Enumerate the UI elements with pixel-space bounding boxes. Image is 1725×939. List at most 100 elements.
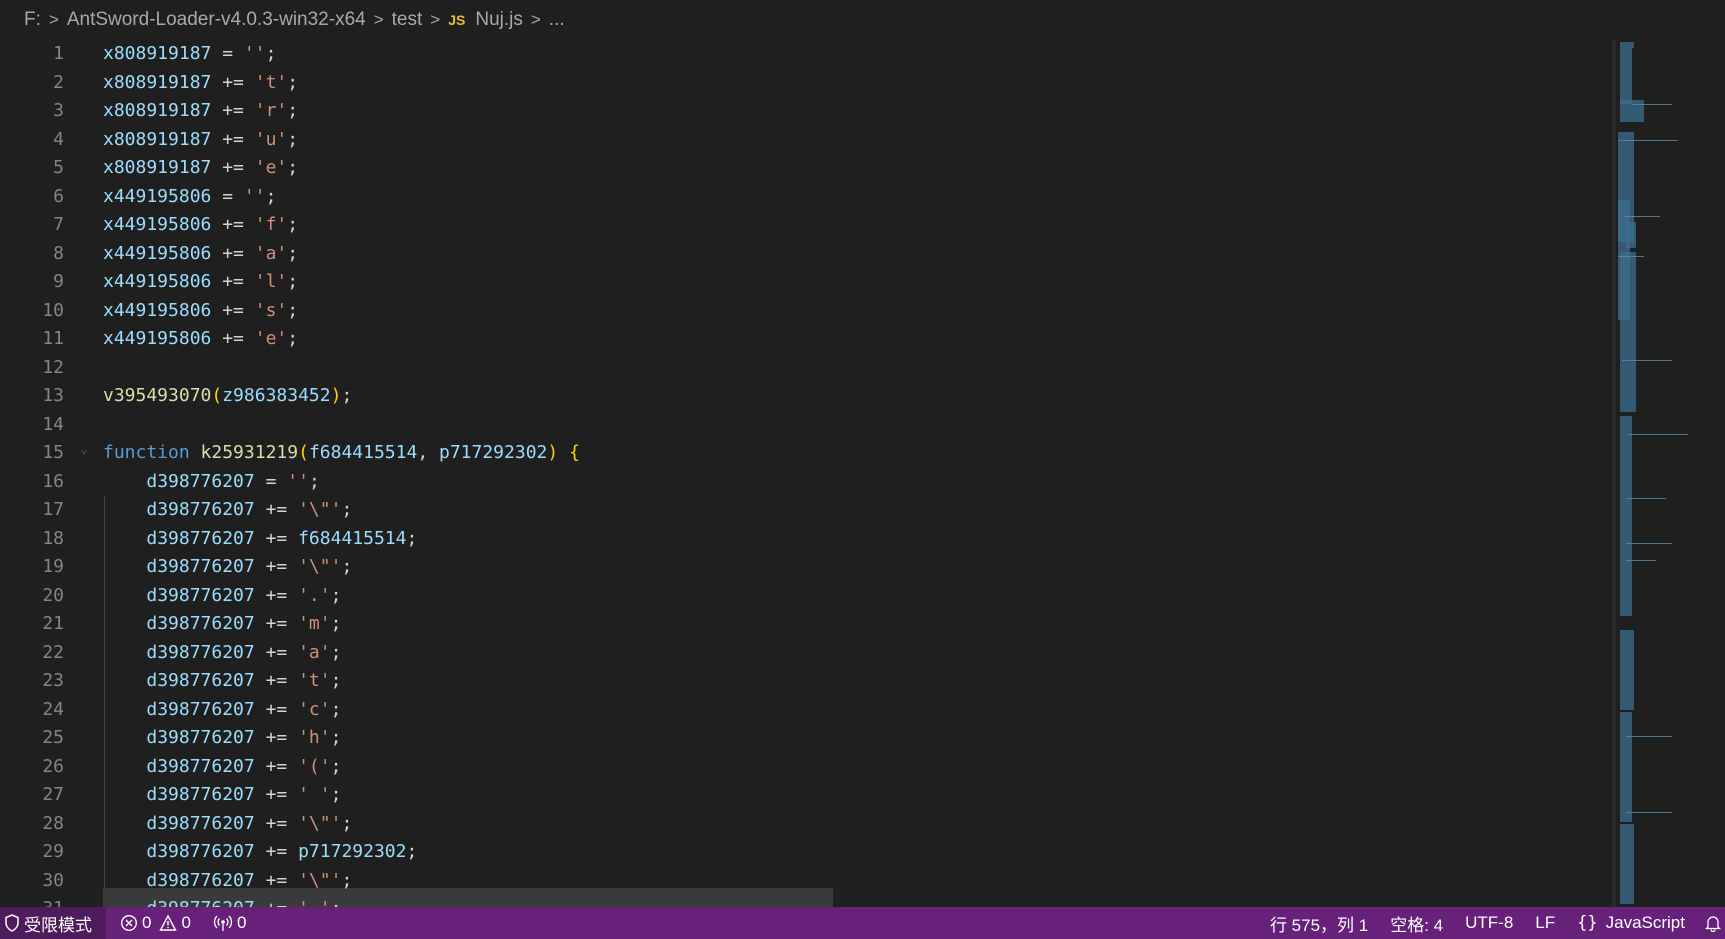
line-number: 11 xyxy=(42,328,64,349)
code-line[interactable]: d398776207 += ','; xyxy=(103,895,1603,907)
language-label: JavaScript xyxy=(1605,913,1685,932)
restricted-mode-label: 受限模式 xyxy=(24,915,92,935)
minimap-block xyxy=(1620,630,1634,710)
line-number: 22 xyxy=(42,641,64,663)
breadcrumb-file[interactable]: Nuj.js xyxy=(475,9,523,31)
minimap-block xyxy=(1620,712,1632,822)
js-file-icon: JS xyxy=(448,12,466,28)
line-number: 6 xyxy=(53,185,64,207)
code-line[interactable]: x449195806 += 'e'; xyxy=(103,325,1603,354)
code-line[interactable]: d398776207 += 'm'; xyxy=(103,610,1603,639)
line-number: 12 xyxy=(42,356,64,378)
minimap-line xyxy=(1618,256,1644,257)
line-number: 9 xyxy=(53,271,64,292)
restricted-mode-indicator[interactable]: 受限模式 xyxy=(0,907,106,939)
line-number: 4 xyxy=(53,128,64,150)
line-number: 7 xyxy=(53,214,64,235)
line-number: 31 xyxy=(0,895,72,907)
code-line[interactable]: d398776207 += f684415514; xyxy=(103,525,1603,554)
minimap-line xyxy=(1626,736,1672,737)
minimap-line xyxy=(1626,560,1656,561)
minimap-line xyxy=(1626,498,1666,499)
code-line[interactable]: x808919187 = ''; xyxy=(103,40,1603,69)
breadcrumb-drive[interactable]: F: xyxy=(24,9,41,31)
code-line[interactable]: x449195806 = ''; xyxy=(103,183,1603,212)
encoding-setting[interactable]: UTF-8 xyxy=(1465,913,1513,933)
code-line[interactable]: x449195806 += 'l'; xyxy=(103,268,1603,297)
minimap-block xyxy=(1620,48,1632,104)
line-number: 10 xyxy=(42,299,64,321)
language-mode[interactable]: {} JavaScript xyxy=(1577,913,1685,933)
code-line[interactable]: d398776207 += '\"'; xyxy=(103,553,1603,582)
code-line[interactable]: d398776207 += 'c'; xyxy=(103,696,1603,725)
code-area[interactable]: x808919187 = ''; x808919187 += 't'; x80891… xyxy=(103,40,1603,907)
code-line[interactable]: d398776207 += ' '; xyxy=(103,781,1603,810)
code-line[interactable]: d398776207 += p717292302; xyxy=(103,838,1603,867)
code-line[interactable]: x449195806 += 'a'; xyxy=(103,240,1603,269)
braces-icon: {} xyxy=(1577,913,1598,933)
line-number-gutter: 1 2 3 4 5 6 7 8 9 10 11 12 13 14 15 16 17 18 19 20 21 22 23 24 2… xyxy=(0,40,72,907)
minimap-line xyxy=(1624,216,1660,217)
breadcrumb-folder[interactable]: AntSword-Loader-v4.0.3-win32-x64 xyxy=(67,9,366,31)
line-number: 21 xyxy=(42,613,64,634)
line-number: 19 xyxy=(42,556,64,577)
code-line[interactable]: d398776207 += '('; xyxy=(103,753,1603,782)
minimap-block xyxy=(1620,252,1636,412)
code-line[interactable]: d398776207 += 'a'; xyxy=(103,639,1603,668)
line-number: 27 xyxy=(42,784,64,805)
minimap-line xyxy=(1632,104,1672,105)
minimap-line xyxy=(1628,434,1688,435)
minimap-block xyxy=(1626,222,1636,248)
code-line[interactable]: function k25931219(f684415514, p71729230… xyxy=(103,439,1603,468)
code-line[interactable]: x449195806 += 's'; xyxy=(103,297,1603,326)
minimap-line xyxy=(1618,140,1678,141)
code-editor[interactable]: 1 2 3 4 5 6 7 8 9 10 11 12 13 14 15 16 17 18 19 20 21 22 23 24 2… xyxy=(0,40,1725,907)
line-number: 3 xyxy=(53,100,64,121)
minimap[interactable] xyxy=(1612,40,1720,907)
error-icon xyxy=(120,914,138,932)
indentation-setting[interactable]: 空格: 4 xyxy=(1390,911,1443,936)
code-line[interactable]: d398776207 = ''; xyxy=(103,468,1603,497)
line-number: 24 xyxy=(42,698,64,720)
problems-indicator[interactable]: 0 0 xyxy=(120,913,191,933)
code-line[interactable]: x808919187 += 't'; xyxy=(103,69,1603,98)
notifications-button[interactable] xyxy=(1705,914,1725,932)
line-number: 5 xyxy=(53,157,64,178)
code-line[interactable]: x808919187 += 'r'; xyxy=(103,97,1603,126)
minimap-line xyxy=(1622,360,1672,361)
error-count: 0 xyxy=(142,913,152,932)
status-bar: 受限模式 0 0 0 行 575，列 1 空格: 4 UTF-8 LF {} J… xyxy=(0,907,1725,939)
line-number: 25 xyxy=(42,727,64,748)
code-line[interactable]: x808919187 += 'u'; xyxy=(103,126,1603,155)
minimap-block xyxy=(1620,416,1632,616)
fold-chevron-icon[interactable]: ⌄ xyxy=(80,441,88,457)
warning-icon xyxy=(159,914,178,932)
line-number: 23 xyxy=(42,670,64,691)
breadcrumb-subfolder[interactable]: test xyxy=(392,9,423,31)
code-line[interactable]: d398776207 += 'h'; xyxy=(103,724,1603,753)
vscode-window: F: > AntSword-Loader-v4.0.3-win32-x64 > … xyxy=(0,0,1725,939)
code-line[interactable]: x808919187 += 'e'; xyxy=(103,154,1603,183)
breadcrumb-more[interactable]: ... xyxy=(549,9,565,31)
code-line[interactable]: v395493070(z986383452); xyxy=(103,382,1603,411)
code-line[interactable]: d398776207 += '.'; xyxy=(103,582,1603,611)
code-line[interactable] xyxy=(103,411,1603,440)
code-line[interactable] xyxy=(103,354,1603,383)
line-number: 15 xyxy=(42,442,64,463)
line-number: 16 xyxy=(42,470,64,492)
code-line[interactable]: d398776207 += 't'; xyxy=(103,667,1603,696)
code-line[interactable]: x449195806 += 'f'; xyxy=(103,211,1603,240)
breadcrumb: F: > AntSword-Loader-v4.0.3-win32-x64 > … xyxy=(0,0,1725,40)
code-line[interactable]: d398776207 += '\"'; xyxy=(103,867,1603,896)
minimap-line xyxy=(1626,543,1672,544)
ports-count: 0 xyxy=(236,913,247,932)
ports-indicator[interactable]: 0 xyxy=(213,913,246,933)
code-line[interactable]: d398776207 += '\"'; xyxy=(103,496,1603,525)
chevron-right-icon: > xyxy=(48,10,59,29)
line-number: 2 xyxy=(53,71,64,93)
code-line[interactable]: d398776207 += '\"'; xyxy=(103,810,1603,839)
eol-setting[interactable]: LF xyxy=(1535,913,1555,933)
shield-icon xyxy=(4,914,20,932)
cursor-position[interactable]: 行 575，列 1 xyxy=(1270,911,1368,936)
scrollbar-track[interactable] xyxy=(1612,40,1616,907)
